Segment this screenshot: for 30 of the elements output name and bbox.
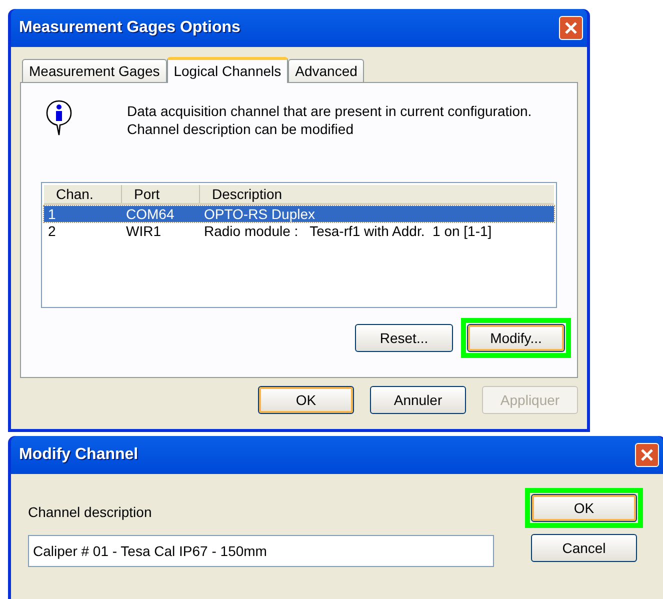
dialog-button[interactable]: Reset... bbox=[355, 324, 453, 352]
column-header[interactable]: Chan. bbox=[44, 185, 122, 203]
info-text: Data acquisition channel that are present in current configuration. bbox=[127, 102, 532, 120]
column-header[interactable]: Port bbox=[122, 185, 200, 203]
table-cell-text: 1 bbox=[47, 206, 57, 222]
close-icon bbox=[564, 21, 578, 35]
tab[interactable]: Advanced bbox=[288, 59, 364, 82]
close-button[interactable] bbox=[559, 16, 583, 40]
input-field[interactable]: Caliper # 01 - Tesa Cal IP67 - 150mm bbox=[28, 535, 494, 567]
field-label: Channel description bbox=[28, 503, 153, 522]
dialog-button[interactable]: OK bbox=[531, 494, 637, 522]
table-cell-text: COM64 bbox=[125, 206, 176, 222]
table-row[interactable]: 1 COM64 OPTO-RS Duplex bbox=[44, 206, 554, 222]
window-title: Measurement Gages Options bbox=[19, 18, 240, 38]
table-cell-text: Radio module : Tesa-rf1 with Addr. 1 on [1-1] bbox=[203, 223, 493, 239]
column-header[interactable]: Description bbox=[200, 185, 554, 203]
close-icon bbox=[640, 448, 654, 462]
table-cell-text: OPTO-RS Duplex bbox=[203, 206, 316, 222]
dialog-button[interactable]: Cancel bbox=[531, 534, 637, 562]
window-title: Modify Channel bbox=[19, 445, 138, 465]
close-button[interactable] bbox=[635, 443, 659, 467]
dialog-button[interactable]: Annuler bbox=[370, 386, 466, 414]
info-text: Channel description can be modified bbox=[127, 120, 354, 138]
dialog-button[interactable]: OK bbox=[258, 386, 354, 414]
table-cell-text: WIR1 bbox=[125, 223, 162, 239]
tab[interactable]: Measurement Gages bbox=[22, 59, 167, 82]
tab[interactable]: Logical Channels bbox=[166, 57, 288, 83]
dialog-button[interactable]: Modify... bbox=[467, 324, 565, 352]
table-cell-text: 2 bbox=[47, 223, 57, 239]
table-row[interactable]: 2 WIR1 Radio module : Tesa-rf1 with Addr. 1 on [1-1] bbox=[44, 223, 554, 239]
